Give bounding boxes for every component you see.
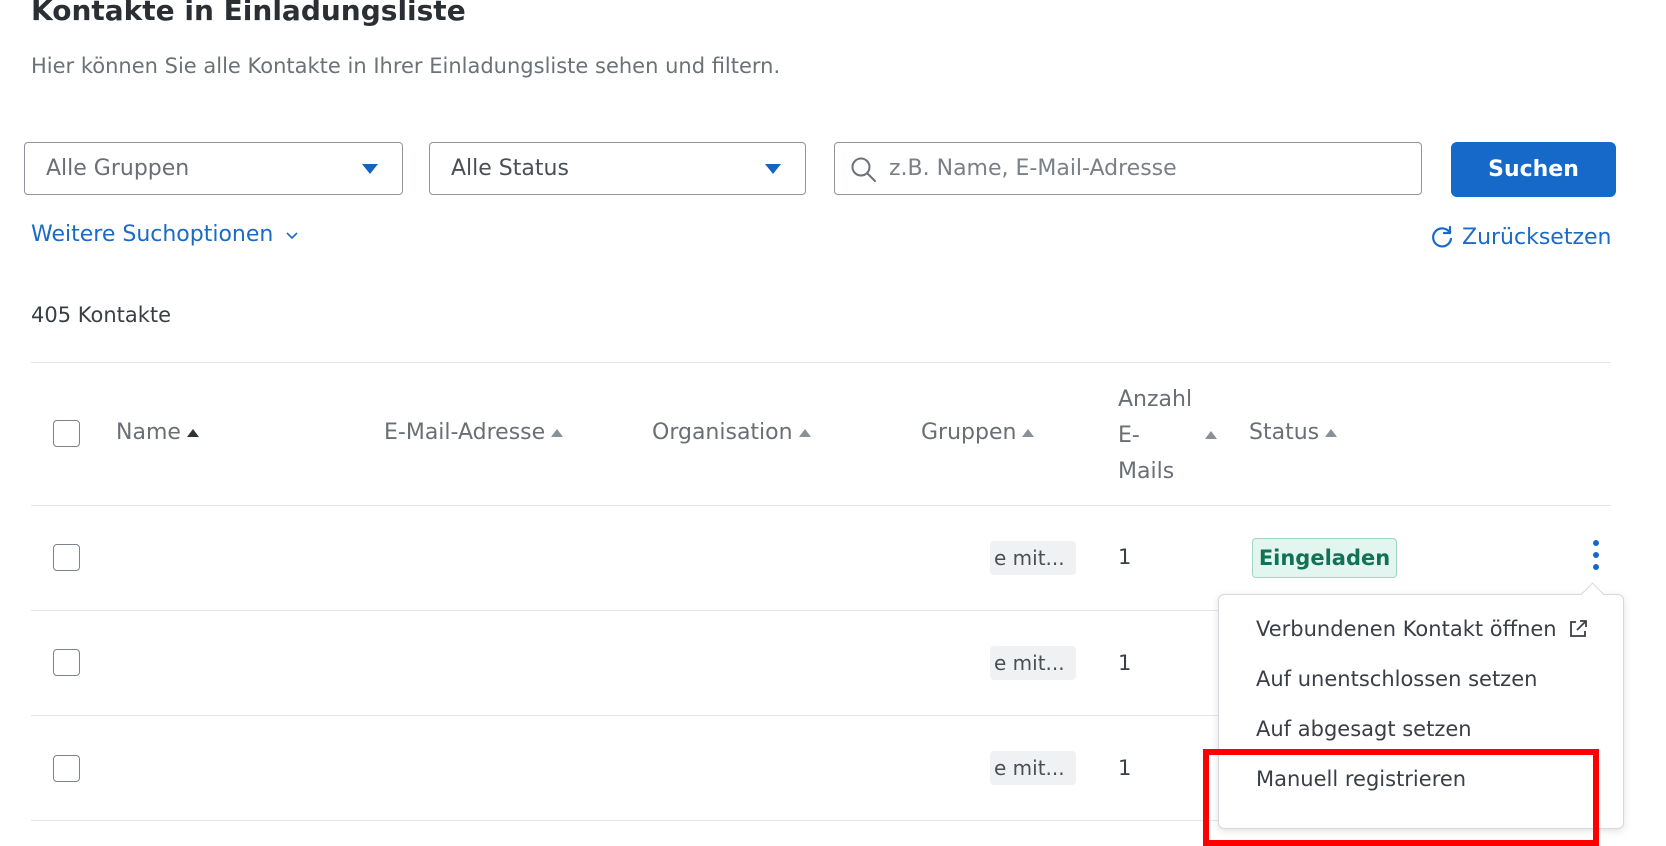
menu-item-label: Auf unentschlossen setzen — [1256, 667, 1538, 691]
row-checkbox[interactable] — [53, 649, 80, 676]
caret-down-icon — [765, 164, 781, 174]
table-top-divider — [31, 362, 1611, 363]
page-title: Kontakte in Einladungsliste — [31, 0, 466, 27]
sort-asc-icon — [186, 428, 199, 437]
mail-count-value: 1 — [1118, 756, 1132, 780]
sort-asc-icon — [798, 428, 811, 437]
mail-count-value: 1 — [1118, 545, 1132, 569]
invitation-list-page: Kontakte in Einladungsliste Hier können … — [0, 0, 1666, 846]
column-header-name[interactable]: Name — [116, 420, 199, 445]
caret-down-icon — [362, 164, 378, 174]
menu-item-label: Verbundenen Kontakt öffnen — [1256, 617, 1557, 641]
group-chip: e mit... — [990, 646, 1076, 680]
external-link-icon — [1569, 620, 1587, 637]
select-all-checkbox[interactable] — [53, 420, 80, 447]
menu-item-set-declined[interactable]: Auf abgesagt setzen — [1256, 717, 1472, 741]
search-field[interactable] — [834, 142, 1422, 195]
search-button[interactable]: Suchen — [1451, 142, 1616, 197]
more-search-options-label: Weitere Suchoptionen — [31, 222, 274, 247]
group-chip: e mit... — [990, 751, 1076, 785]
status-filter-value: Alle Status — [451, 156, 569, 181]
search-input[interactable] — [889, 149, 1409, 187]
group-chip: e mit... — [990, 541, 1076, 575]
reset-label: Zurücksetzen — [1462, 224, 1612, 250]
group-filter-select[interactable]: Alle Gruppen — [24, 142, 403, 195]
more-search-options-link[interactable]: Weitere Suchoptionen — [31, 222, 299, 247]
column-header-groups-label: Gruppen — [921, 420, 1017, 445]
status-filter-select[interactable]: Alle Status — [429, 142, 806, 195]
group-filter-value: Alle Gruppen — [46, 156, 190, 181]
row-checkbox[interactable] — [53, 544, 80, 571]
mail-count-value: 1 — [1118, 651, 1132, 675]
column-header-organisation[interactable]: Organisation — [652, 420, 811, 445]
page-subtitle: Hier können Sie alle Kontakte in Ihrer E… — [31, 54, 781, 78]
column-header-email[interactable]: E-Mail-Adresse — [384, 420, 564, 445]
column-header-mail-count-line: Mails — [1118, 459, 1175, 484]
menu-item-open-contact[interactable]: Verbundenen Kontakt öffnen — [1256, 617, 1589, 641]
column-header-mail-count-line: E- — [1118, 423, 1140, 448]
column-header-mail-count-line: Anzahl — [1118, 387, 1193, 412]
column-header-organisation-label: Organisation — [652, 420, 793, 445]
status-badge: Eingeladen — [1252, 538, 1397, 578]
highlight-box — [1203, 749, 1599, 846]
column-header-status-label: Status — [1249, 420, 1320, 445]
sort-asc-icon — [551, 428, 564, 437]
column-header-groups[interactable]: Gruppen — [921, 420, 1035, 445]
column-header-email-label: E-Mail-Adresse — [384, 420, 546, 445]
menu-item-label: Auf abgesagt setzen — [1256, 717, 1472, 741]
column-header-mail-count[interactable]: Anzahl E- Mails — [1118, 382, 1192, 490]
chevron-down-icon — [286, 231, 298, 239]
reset-link[interactable]: Zurücksetzen — [1430, 224, 1612, 250]
sort-asc-icon — [1022, 428, 1035, 437]
sort-asc-icon — [1205, 431, 1217, 439]
table-header-divider — [31, 505, 1611, 506]
menu-item-set-undecided[interactable]: Auf unentschlossen setzen — [1256, 667, 1537, 691]
sort-asc-icon — [1325, 428, 1338, 437]
refresh-icon — [1432, 225, 1453, 248]
search-icon — [851, 157, 876, 182]
contacts-count: 405 Kontakte — [31, 303, 172, 327]
column-header-name-label: Name — [116, 420, 181, 445]
row-actions-kebab-icon[interactable] — [1590, 540, 1602, 576]
row-checkbox[interactable] — [53, 755, 80, 782]
column-header-status[interactable]: Status — [1249, 420, 1338, 445]
